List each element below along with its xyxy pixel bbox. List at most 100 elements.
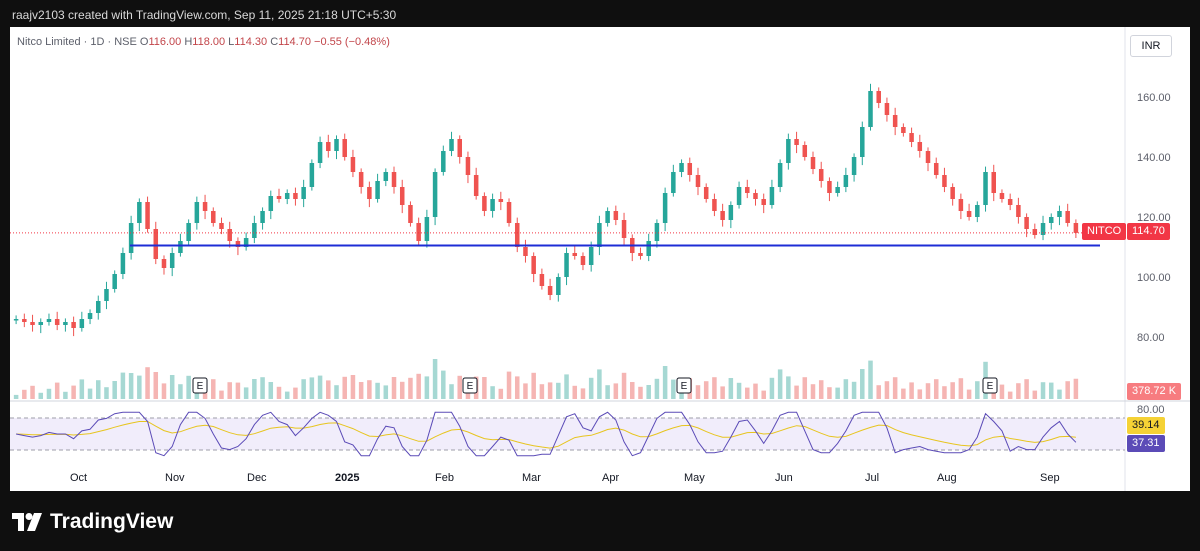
candle-body [514, 223, 520, 247]
candle [597, 215, 602, 256]
volume-bar [350, 375, 356, 399]
candle-body [720, 211, 725, 220]
candle [227, 221, 232, 248]
candle-body [1007, 199, 1013, 205]
candle [572, 245, 578, 260]
candle-body [22, 319, 27, 322]
candle-body [87, 313, 93, 319]
candle-body [1048, 217, 1054, 223]
volume-bar [260, 377, 265, 399]
candle-body [1057, 211, 1062, 217]
volume-bar [293, 387, 298, 399]
volume-bar [457, 375, 462, 399]
volume-bar [736, 382, 742, 399]
volume-bar [399, 381, 405, 399]
candle [13, 315, 19, 325]
candle [1073, 219, 1079, 238]
candle-body [1032, 229, 1038, 235]
candle [531, 252, 536, 283]
candle [712, 193, 717, 217]
volume-bar [892, 377, 898, 399]
candle [309, 159, 315, 191]
volume-bar [268, 382, 274, 399]
volume-bar [87, 388, 93, 399]
candle [1024, 213, 1029, 238]
volume-bar [309, 377, 315, 399]
candle-body [227, 229, 232, 241]
candle [547, 278, 553, 301]
candle [350, 149, 356, 178]
volume-bar [753, 383, 758, 399]
volume-bar [137, 375, 142, 399]
x-tick-label: Sep [1040, 472, 1060, 484]
candle-body [153, 229, 159, 259]
volume-bar [326, 380, 331, 399]
candle-body [211, 211, 216, 223]
volume-bar [1007, 391, 1013, 399]
volume-bar [1032, 390, 1038, 399]
rsi-tag: 37.31 [1127, 435, 1165, 452]
candle-body [13, 319, 19, 321]
candle [301, 179, 306, 208]
candle [416, 217, 421, 247]
x-tick-label: Mar [522, 472, 541, 484]
symbol-tag: NITCO [1082, 223, 1127, 240]
candle-body [465, 157, 471, 175]
candle-body [482, 196, 487, 211]
candle [432, 168, 438, 226]
earnings-marker: E [982, 377, 998, 394]
candle [827, 177, 832, 202]
candle [958, 193, 964, 220]
candle-body [432, 172, 438, 217]
volume-bar [646, 385, 651, 399]
tradingview-logo-text: TradingView [50, 510, 174, 533]
volume-bar [22, 389, 27, 399]
candle-body [1065, 211, 1070, 223]
volume-bar [391, 377, 397, 399]
candle [1032, 223, 1038, 239]
currency-button[interactable]: INR [1130, 35, 1172, 57]
candle [87, 309, 93, 325]
earnings-marker: E [192, 377, 208, 394]
volume-bar [13, 394, 19, 399]
candle-body [523, 247, 528, 256]
candle [1007, 193, 1013, 211]
candle-body [408, 205, 413, 223]
volume-bar [375, 382, 380, 399]
volume-bar [703, 381, 709, 399]
change-value: −0.55 (−0.48%) [314, 36, 390, 48]
candle [498, 191, 504, 211]
candle [219, 217, 224, 235]
x-tick-label: Oct [70, 472, 87, 484]
tradingview-logo[interactable]: TradingView [12, 510, 173, 534]
volume-bar [514, 376, 520, 399]
candle-body [38, 322, 44, 325]
candle-body [383, 172, 389, 181]
volume-bar [219, 390, 224, 399]
volume-bar [1065, 381, 1070, 399]
volume-bar [662, 366, 668, 399]
symbol-label[interactable]: Nitco Limited · 1D · NSE [17, 36, 137, 48]
candle-body [736, 187, 742, 205]
candle-body [876, 91, 881, 103]
candle [342, 133, 347, 161]
candle-body [917, 142, 923, 151]
candle [399, 179, 405, 214]
candle [424, 209, 430, 248]
candle-body [605, 211, 610, 223]
rsi-ma-tag: 39.14 [1127, 417, 1165, 434]
chart-panel[interactable]: 160.00 140.00 120.00 100.00 80.00 80.00 E E E E Oc… [10, 27, 1190, 491]
candle [334, 135, 339, 160]
volume-bar [851, 381, 857, 399]
candle [843, 167, 849, 193]
volume-bar [950, 382, 955, 399]
candle-body [358, 172, 364, 187]
candle-body [441, 151, 446, 172]
price-chart[interactable]: 160.00140.00120.00100.0080.0080.00E E E EOc… [10, 27, 1190, 491]
volume-bar [46, 388, 52, 399]
candle [367, 181, 372, 208]
x-tick-label: Apr [602, 472, 619, 484]
candle-body [662, 193, 668, 223]
volume-bar [630, 382, 635, 399]
candle-body [597, 223, 602, 247]
